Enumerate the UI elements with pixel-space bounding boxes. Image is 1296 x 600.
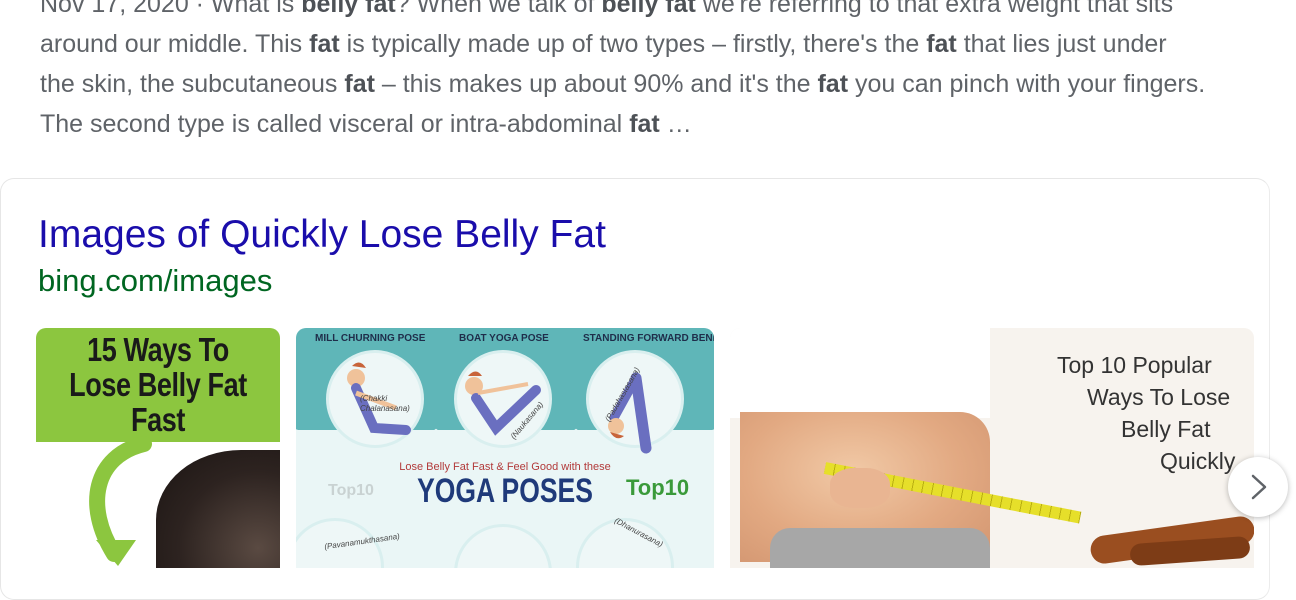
chevron-right-icon: [1251, 474, 1267, 500]
pose-latin-name: (Chakki Chalanasana): [360, 394, 410, 413]
snippet-text: …: [659, 110, 692, 138]
thumbnail-title-line: Lose Belly Fat: [69, 366, 247, 403]
snippet-text: Nov 17, 2020 · What is: [40, 0, 302, 18]
snippet-line: Nov 17, 2020 · What is belly fat? When w…: [40, 0, 1270, 24]
thumbnail-title-line: Ways To Lose: [1087, 384, 1231, 410]
snippet-bold-term: belly fat: [301, 0, 396, 18]
thumbnail-title-line: 15 Ways To: [87, 331, 229, 368]
image-thumbnail-3[interactable]: Top 10 Popular Ways To Lose Belly Fat Qu…: [730, 328, 1254, 568]
yoga-figure-icon: [347, 362, 652, 454]
snippet-line: The second type is called visceral or in…: [40, 104, 1270, 144]
top10-logo: Top10: [626, 475, 690, 500]
thumbnail-headline: YOGA POSES: [417, 472, 593, 510]
snippet-text: ? When we talk of: [395, 0, 602, 18]
thumbnail-title-line: Belly Fat: [1121, 416, 1211, 442]
thumbnail-shirt: [730, 328, 990, 418]
images-card-url[interactable]: bing.com/images: [38, 262, 272, 300]
snippet-bold-term: fat: [309, 30, 340, 58]
thumbnail-title-line: Fast: [130, 401, 185, 438]
image-thumbnail-1[interactable]: 15 Ways To Lose Belly Fat Fast: [36, 328, 280, 568]
logo-watermark: Top10: [328, 482, 374, 499]
snippet-text: is typically made up of two types – firs…: [339, 30, 927, 58]
snippet-text: – this makes up about 90% and it's the: [374, 70, 818, 98]
pose-caption: BOAT YOGA POSE: [459, 333, 549, 344]
thumbnail-pants: [770, 528, 990, 568]
snippet-text: we're referring to that extra weight tha…: [695, 0, 1174, 18]
snippet-bold-term: fat: [817, 70, 849, 98]
snippet-bold-term: fat: [629, 110, 660, 138]
pose-caption: STANDING FORWARD BEND: [583, 333, 714, 344]
pose-circle: [454, 524, 552, 568]
snippet-line: the skin, the subcutaneous fat – this ma…: [40, 64, 1270, 104]
snippet-bold-term: belly fat: [601, 0, 696, 18]
images-card-title[interactable]: Images of Quickly Lose Belly Fat: [38, 211, 606, 259]
curved-arrow-icon: [89, 436, 152, 566]
image-thumbnail-2[interactable]: MILL CHURNING POSE BOAT YOGA POSE STANDI…: [296, 328, 714, 568]
thumbnail-title-line: Top 10 Popular: [1057, 352, 1212, 378]
snippet-text: around our middle. This: [40, 30, 310, 58]
thumbnail-title: 15 Ways To Lose Belly Fat Fast: [58, 332, 258, 437]
thumbnail-title: Top 10 Popular Ways To Lose Belly Fat Qu…: [1042, 349, 1242, 477]
next-images-button[interactable]: [1228, 457, 1288, 517]
thumbnail-hand: [830, 468, 890, 508]
snippet-text: The second type is called visceral or in…: [40, 110, 630, 138]
thumbnail-title-line: Quickly: [1160, 448, 1236, 474]
snippet-bold-term: fat: [926, 30, 957, 58]
thumbnail-photo: [156, 450, 280, 568]
pose-caption: MILL CHURNING POSE: [315, 333, 426, 344]
result-snippet: Nov 17, 2020 · What is belly fat? When w…: [40, 0, 1270, 144]
snippet-line: around our middle. This fat is typically…: [40, 24, 1270, 64]
snippet-bold-term: fat: [344, 70, 375, 98]
snippet-text: you can pinch with your fingers.: [848, 70, 1206, 98]
snippet-text: that lies just under: [956, 30, 1167, 58]
snippet-text: the skin, the subcutaneous: [40, 70, 345, 98]
